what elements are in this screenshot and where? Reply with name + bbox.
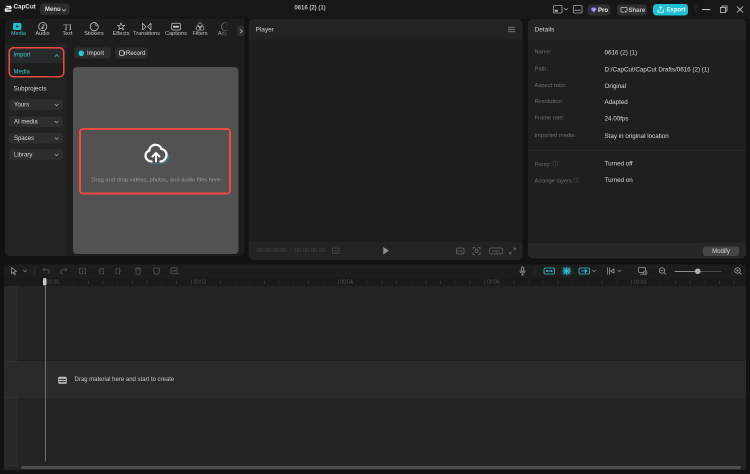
svg-text:Full: Full <box>458 249 464 253</box>
svg-text:Ratio: Ratio <box>492 249 500 253</box>
